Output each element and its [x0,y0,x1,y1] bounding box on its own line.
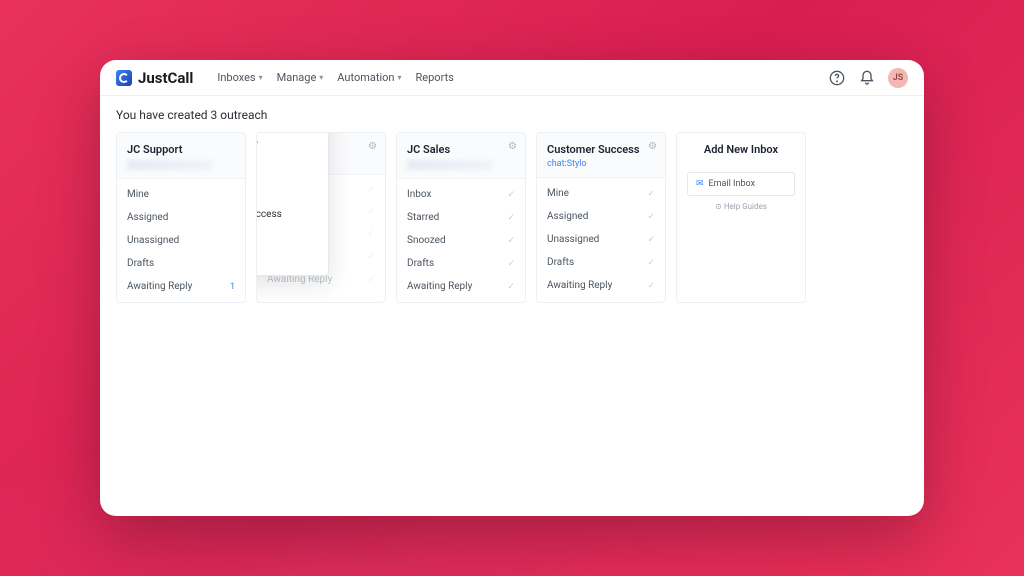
brand-logo: JustCall [116,69,193,87]
inbox-card-jc-sales: ⚙ JC Sales Inbox✓ Starred✓ Snoozed✓ Draf… [396,132,526,303]
topbar: JustCall Inboxes▾ Manage▾ Automation▾ Re… [100,60,924,96]
nav-automation[interactable]: Automation▾ [337,71,401,84]
row-awaiting-reply[interactable]: Awaiting Reply1 [117,275,245,298]
inbox-columns: JC Support Mine Assigned Unassigned Draf… [116,132,908,303]
email-inbox-option[interactable]: ✉ Email Inbox [687,172,795,196]
bell-icon[interactable] [858,69,876,87]
avatar[interactable]: JS [888,68,908,88]
card-title: JC Support [127,143,235,156]
row-starred[interactable]: Starred✓ [397,206,525,229]
row-unassigned[interactable]: Unassigned✓ [537,228,665,251]
nav-reports[interactable]: Reports [416,71,454,84]
nav-manage[interactable]: Manage▾ [277,71,324,84]
logo-icon [116,70,132,86]
row-inbox[interactable]: Inbox✓ [397,183,525,206]
row-drafts[interactable]: Drafts✓ [397,252,525,275]
row-assigned[interactable]: Assigned [117,206,245,229]
row-mine[interactable]: Mine [117,183,245,206]
brand-name: JustCall [138,69,193,87]
row-drafts[interactable]: Drafts [117,252,245,275]
dropdown-item-product-query[interactable]: ✉Product Query .io [256,133,328,168]
card-subtitle[interactable]: chat:Stylo [547,159,655,169]
nav-inboxes[interactable]: Inboxes▾ [217,71,262,84]
app-window: JustCall Inboxes▾ Manage▾ Automation▾ Re… [100,60,924,516]
row-awaiting-reply[interactable]: Awaiting Reply✓ [397,275,525,298]
row-assigned[interactable]: Assigned✓ [537,205,665,228]
inbox-card-customer-success: ⚙ Customer Success chat:Stylo Mine✓ Assi… [536,132,666,303]
gear-icon[interactable]: ⚙ [508,141,517,152]
add-new-inbox-panel: Add New Inbox ✉ Email Inbox ⊙ Help Guide… [676,132,806,303]
row-snoozed[interactable]: Snoozed✓ [397,229,525,252]
main-nav: Inboxes▾ Manage▾ Automation▾ Reports [217,71,454,84]
inbox-card-product-query: ⚙ ✓ ✓ ✓ Drafts✓ Awaiting Reply✓ ✉JC Supp… [256,132,386,303]
gear-icon[interactable]: ⚙ [368,141,377,152]
row-unassigned[interactable]: Unassigned [117,229,245,252]
dropdown-item-customer-success[interactable]: 💬Customer Success Stylo [256,203,328,238]
card-title: JC Sales [407,143,515,156]
chevron-down-icon: ▾ [319,73,323,82]
row-drafts[interactable]: Drafts✓ [537,251,665,274]
inboxes-dropdown: ✉JC Support @gmail.com ✉Product Query .i… [256,132,329,276]
card-subtitle-blurred [407,160,493,170]
add-panel-title: Add New Inbox [677,133,805,166]
gear-icon[interactable]: ⚙ [648,141,657,152]
help-guides-link[interactable]: ⊙ Help Guides [677,202,805,211]
mail-icon: ✉ [696,179,704,189]
page-heading: You have created 3 outreach [116,108,908,122]
row-mine[interactable]: Mine✓ [537,182,665,205]
main-content: You have created 3 outreach JC Support M… [100,96,924,315]
chevron-down-icon: ▾ [398,73,402,82]
dropdown-item-jc-sales[interactable]: ✉JC Sales @gmail.com [256,168,328,203]
card-title: Customer Success [547,143,655,156]
inbox-card-jc-support: JC Support Mine Assigned Unassigned Draf… [116,132,246,303]
help-icon[interactable] [828,69,846,87]
card-subtitle-blurred [127,160,213,170]
chevron-down-icon: ▾ [259,73,263,82]
row-awaiting-reply[interactable]: Awaiting Reply✓ [537,274,665,297]
